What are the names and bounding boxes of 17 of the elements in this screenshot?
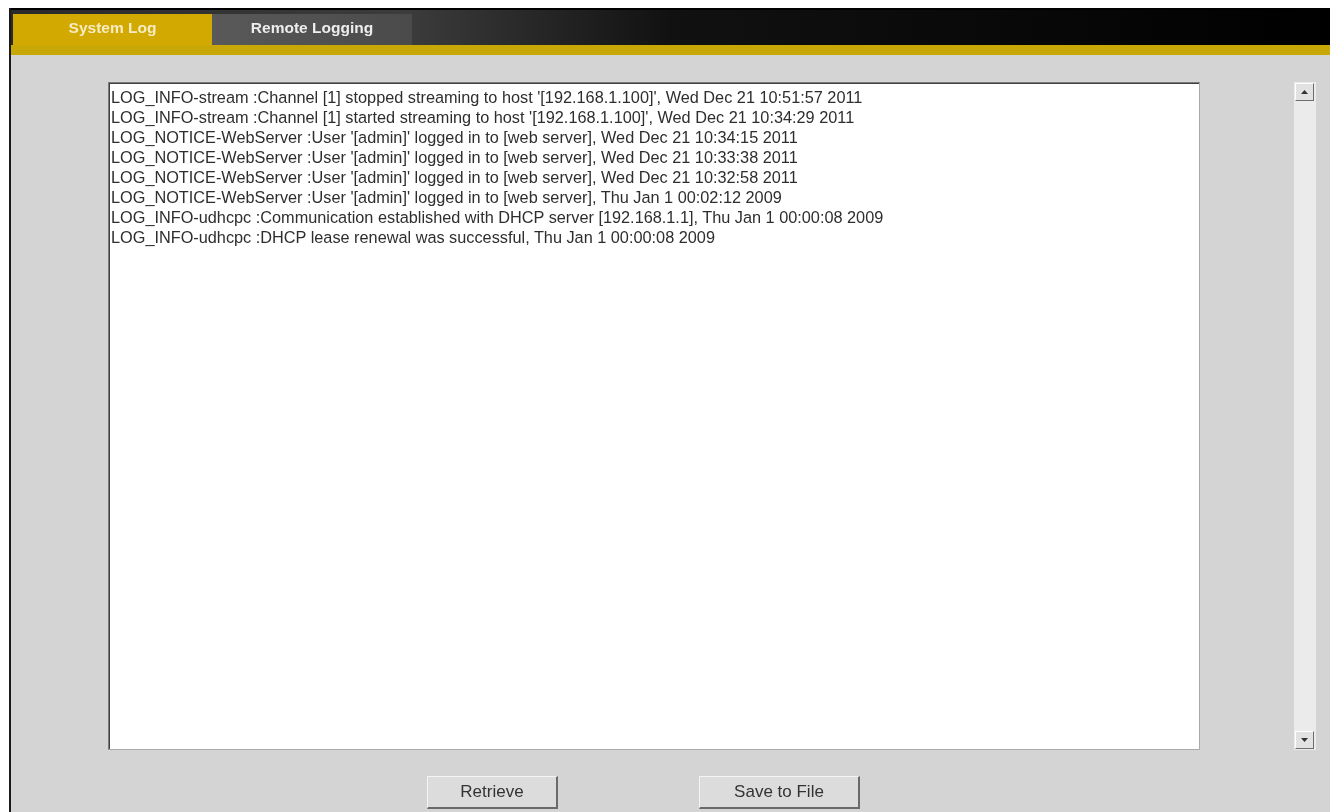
save-to-file-button[interactable]: Save to File bbox=[699, 776, 860, 809]
log-line: LOG_INFO-udhcpc :Communication established with DHCP server [192.168.1.1], Thu Jan 1 00:00:08 2009 bbox=[111, 207, 885, 227]
log-line: LOG_INFO-stream :Channel [1] stopped streaming to host '[192.168.1.100]', Wed Dec 21 10:51:57 2011 bbox=[111, 87, 864, 107]
log-line: LOG_NOTICE-WebServer :User '[admin]' logged in to [web server], Thu Jan 1 00:02:12 2009 bbox=[111, 187, 783, 207]
scrollbar[interactable] bbox=[1294, 82, 1316, 750]
log-line: LOG_NOTICE-WebServer :User '[admin]' logged in to [web server], Wed Dec 21 10:33:38 2011 bbox=[111, 147, 799, 167]
retrieve-button[interactable]: Retrieve bbox=[427, 776, 558, 809]
scroll-down-button[interactable] bbox=[1295, 731, 1314, 749]
log-line: LOG_NOTICE-WebServer :User '[admin]' logged in to [web server], Wed Dec 21 10:32:58 2011 bbox=[111, 167, 799, 187]
tab[interactable]: Remote Logging bbox=[212, 14, 412, 45]
down-arrow-icon bbox=[1301, 738, 1308, 742]
scroll-up-button[interactable] bbox=[1295, 83, 1314, 101]
log-line: LOG_NOTICE-WebServer :User '[admin]' logged in to [web server], Wed Dec 21 10:34:15 2011 bbox=[111, 127, 799, 147]
log-line: LOG_INFO-stream :Channel [1] started streaming to host '[192.168.1.100]', Wed Dec 21 10:34:29 2011 bbox=[111, 107, 856, 127]
log-field[interactable] bbox=[108, 82, 1200, 750]
log-line: LOG_INFO-udhcpc :DHCP lease renewal was successful, Thu Jan 1 00:00:08 2009 bbox=[111, 227, 716, 247]
up-arrow-icon bbox=[1301, 90, 1308, 94]
